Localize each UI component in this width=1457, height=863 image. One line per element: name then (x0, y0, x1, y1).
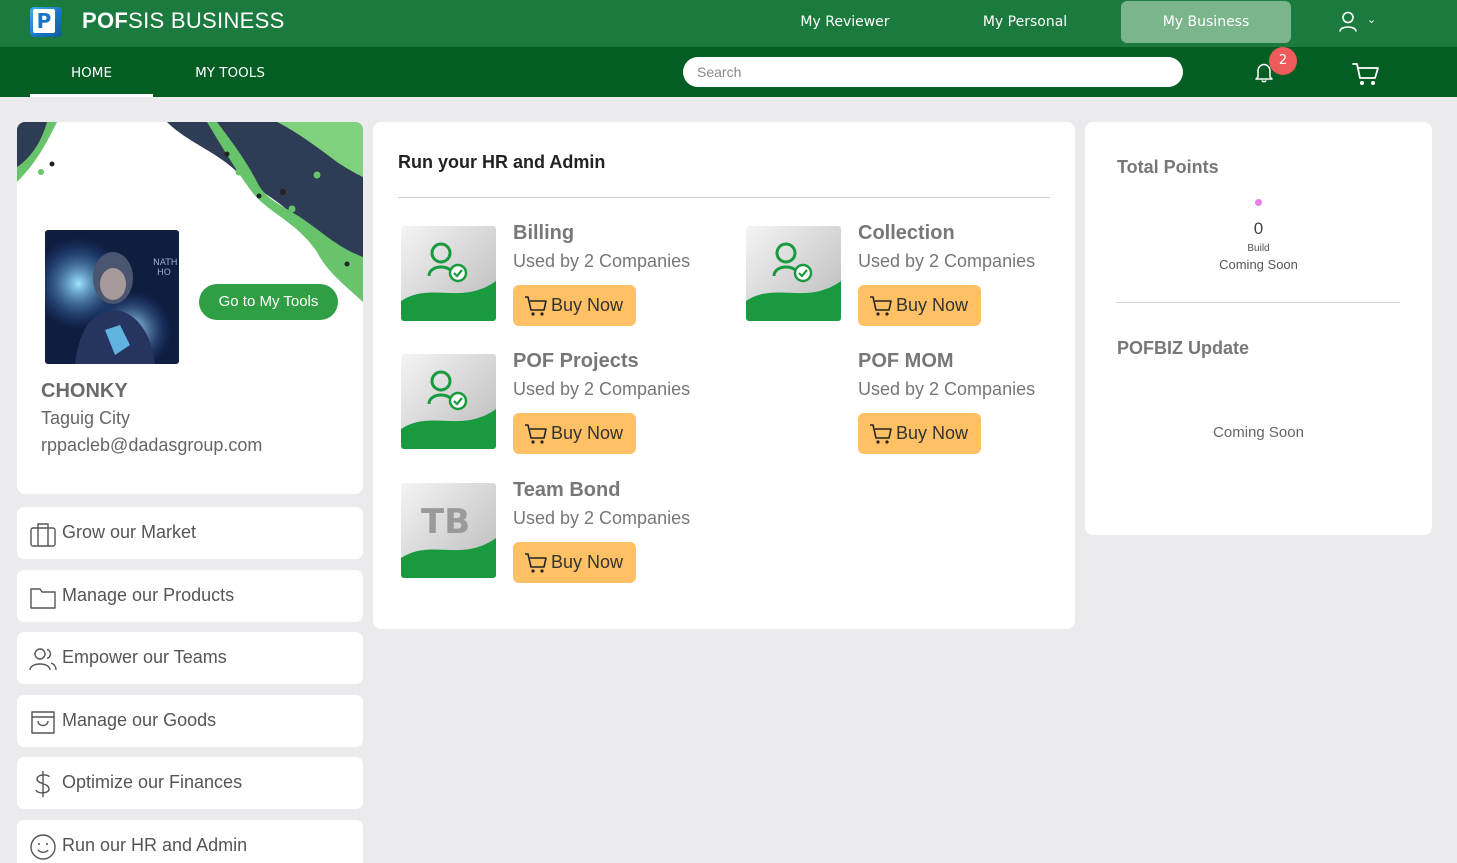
cart-icon (525, 296, 547, 316)
menu-item-empower-teams[interactable]: Empower our Teams (17, 632, 363, 684)
divider (398, 197, 1050, 198)
menu-item-manage-goods[interactable]: Manage our Goods (17, 695, 363, 747)
points-indicator-dot (1255, 199, 1262, 206)
top-bar: P POFSIS BUSINESS My Reviewer My Persona… (0, 0, 1457, 47)
buy-now-button[interactable]: Buy Now (858, 285, 981, 326)
search-input[interactable] (683, 57, 1183, 87)
buy-now-button[interactable]: Buy Now (513, 542, 636, 583)
menu-item-label: Empower our Teams (62, 647, 227, 667)
svg-text:NATH: NATH (153, 258, 177, 268)
menu-item-run-hr-admin[interactable]: Run our HR and Admin (17, 820, 363, 863)
profile-card: NATH HO Go to My Tools CHONKY Taguig Cit… (17, 122, 363, 494)
collection-tile[interactable] (746, 226, 841, 321)
tool-name[interactable]: POF Projects (513, 350, 639, 373)
buy-now-button[interactable]: Buy Now (858, 413, 981, 454)
tool-usage: Used by 2 Companies (513, 508, 691, 528)
cart-icon (870, 424, 892, 444)
nav-my-personal[interactable]: My Personal (960, 1, 1090, 43)
svg-text:TB: TB (421, 502, 470, 542)
hr-person-icon (401, 226, 496, 321)
pofsis-logo[interactable]: P (30, 7, 62, 37)
folder-icon (30, 588, 56, 609)
divider (1116, 302, 1400, 303)
briefcase-icon (30, 523, 56, 547)
users-icon (29, 648, 57, 671)
update-title: POFBIZ Update (1117, 338, 1250, 358)
tool-usage: Used by 2 Companies (513, 251, 691, 271)
pof-projects-tile[interactable] (401, 354, 496, 449)
smile-icon (30, 834, 56, 860)
svg-text:HO: HO (157, 268, 171, 278)
points-build-label: Build (1247, 243, 1270, 254)
hr-person-icon (401, 354, 496, 449)
app-brand: POFSIS BUSINESS (82, 8, 285, 33)
cart-icon (870, 296, 892, 316)
cart-icon (525, 553, 547, 573)
avatar: NATH HO (45, 230, 179, 364)
total-points-title: Total Points (1117, 157, 1219, 177)
section-title: Run your HR and Admin (398, 152, 606, 172)
menu-item-label: Manage our Goods (62, 710, 217, 730)
notification-badge: 2 (1269, 47, 1297, 75)
tab-my-tools[interactable]: MY TOOLS (175, 47, 285, 97)
menu-item-grow-market[interactable]: Grow our Market (17, 507, 363, 559)
profile-email: rppacleb@dadasgroup.com (41, 435, 263, 455)
points-card: Total Points 0 Build Coming Soon POFBIZ … (1085, 122, 1432, 535)
tab-home[interactable]: HOME (30, 47, 153, 97)
tool-usage: Used by 2 Companies (513, 379, 691, 399)
tool-usage: Used by 2 Companies (858, 379, 1036, 399)
team-bond-logo: TB (401, 483, 496, 578)
nav-my-reviewer[interactable]: My Reviewer (780, 1, 910, 43)
tool-usage: Used by 2 Companies (858, 251, 1036, 271)
tools-card: Run your HR and Admin Billing Used by 2 … (373, 122, 1075, 629)
points-status: Coming Soon (1219, 257, 1298, 272)
menu-item-label: Grow our Market (62, 522, 197, 542)
tool-name[interactable]: POF MOM (858, 350, 954, 373)
cart-icon (525, 424, 547, 444)
hr-person-icon (746, 226, 841, 321)
user-icon[interactable] (1338, 11, 1358, 33)
tool-name[interactable]: Billing (513, 222, 574, 245)
menu-item-optimize-finances[interactable]: Optimize our Finances (17, 757, 363, 809)
profile-name: CHONKY (41, 380, 128, 402)
points-value: 0 (1253, 219, 1264, 238)
buy-now-button[interactable]: Buy Now (513, 413, 636, 454)
update-status: Coming Soon (1213, 424, 1304, 441)
cart-icon[interactable] (1352, 61, 1380, 87)
buy-now-button[interactable]: Buy Now (513, 285, 636, 326)
menu-item-manage-products[interactable]: Manage our Products (17, 570, 363, 622)
nav-my-business[interactable]: My Business (1121, 1, 1291, 43)
tool-name[interactable]: Collection (858, 222, 955, 245)
menu-item-label: Manage our Products (62, 585, 235, 605)
chevron-down-icon[interactable]: ⌄ (1367, 13, 1376, 26)
dollar-icon (35, 771, 50, 797)
go-to-my-tools-button[interactable]: Go to My Tools (199, 284, 338, 320)
tool-name[interactable]: Team Bond (513, 479, 620, 502)
profile-city: Taguig City (41, 408, 131, 428)
secondary-nav-bar: HOME MY TOOLS 2 (0, 47, 1457, 97)
shopping-bag-icon (31, 711, 55, 734)
menu-item-label: Optimize our Finances (62, 772, 243, 792)
team-bond-tile[interactable]: TB (401, 483, 496, 578)
billing-tile[interactable] (401, 226, 496, 321)
menu-item-label: Run our HR and Admin (62, 835, 248, 855)
